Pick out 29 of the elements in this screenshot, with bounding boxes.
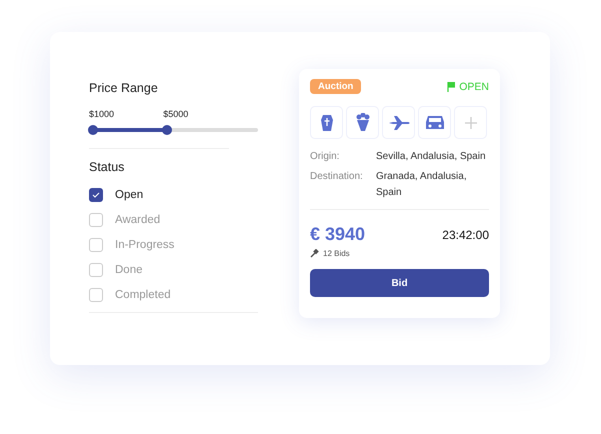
detail-value: Granada, Andalusia, Spain (376, 170, 468, 200)
slider-handle[interactable] (162, 125, 172, 135)
checkbox-label: Done (115, 264, 142, 276)
checkbox[interactable] (89, 188, 103, 202)
slider-handle[interactable] (88, 125, 98, 135)
service-tile[interactable] (418, 106, 451, 139)
detail-value: Sevilla, Andalusia, Spain (376, 150, 487, 164)
gavel-icon (310, 249, 319, 258)
section-title: Status (89, 160, 126, 174)
price-label: $5000 (163, 109, 188, 119)
countdown-timer: 23:42:00 (442, 228, 489, 242)
price: € 3940 (310, 224, 366, 245)
check-icon (92, 192, 100, 198)
price-label: $1000 (89, 109, 114, 119)
status-label: OPEN (459, 80, 489, 92)
bid-button[interactable]: Bid (310, 269, 489, 297)
checkbox-label: Awarded (115, 214, 160, 226)
auction-badge: Auction (310, 79, 362, 94)
service-tile[interactable] (346, 106, 379, 139)
detail-label: Destination: (310, 170, 364, 184)
bid-count: 12 Bids (323, 249, 350, 258)
service-tile[interactable] (382, 106, 415, 139)
service-tile[interactable] (310, 106, 343, 139)
checkbox-label: Completed (115, 288, 171, 300)
section-title: Price Range (89, 81, 159, 95)
detail-label: Origin: (310, 150, 340, 164)
flag-icon (447, 82, 456, 92)
checkbox-label: In-Progress (115, 238, 174, 250)
checkbox-label: Open (115, 188, 144, 200)
